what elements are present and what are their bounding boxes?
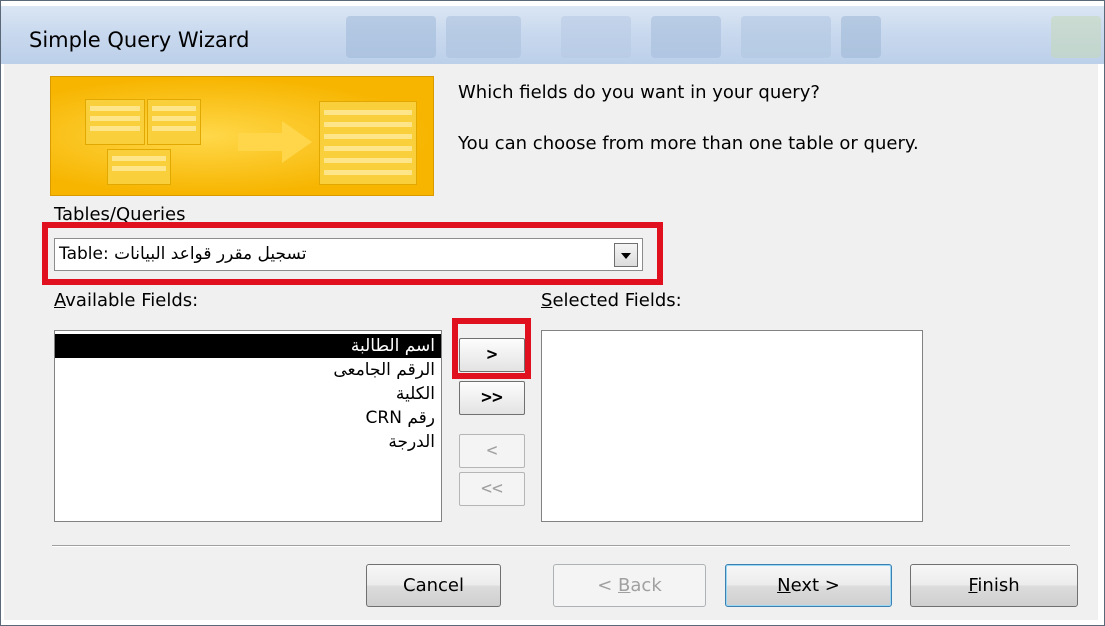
finish-button[interactable]: Finish bbox=[910, 564, 1078, 607]
available-fields-label: Available Fields: bbox=[54, 290, 199, 311]
title-bar-decoration bbox=[446, 16, 521, 58]
available-fields-list[interactable]: اسم الطالبة الرقم الجامعى الكلية رقم CRN الد… bbox=[54, 330, 442, 522]
intro-hint: You can choose from more than one table … bbox=[458, 133, 919, 154]
title-bar[interactable]: Simple Query Wizard bbox=[1, 6, 1104, 64]
arrow-graphic bbox=[238, 133, 284, 151]
intro-question: Which fields do you want in your query? bbox=[458, 82, 820, 103]
title-bar-decoration bbox=[561, 16, 631, 58]
tables-queries-dropdown[interactable]: Table: تسجيل مقرر قواعد البيانات bbox=[54, 238, 643, 271]
cancel-button[interactable]: Cancel bbox=[366, 564, 501, 607]
result-table-graphic bbox=[319, 101, 417, 185]
selected-fields-list[interactable] bbox=[541, 330, 923, 522]
arrow-graphic bbox=[282, 121, 312, 163]
back-button[interactable]: < Back bbox=[553, 564, 706, 607]
tables-queries-label: Tables/Queries bbox=[54, 204, 186, 225]
table-graphic bbox=[147, 99, 201, 145]
add-field-button[interactable]: > bbox=[459, 338, 525, 372]
title-bar-decoration bbox=[346, 16, 436, 58]
window-title: Simple Query Wizard bbox=[29, 28, 250, 52]
footer-divider bbox=[52, 545, 1070, 547]
tables-queries-value: Table: تسجيل مقرر قواعد البيانات bbox=[59, 244, 307, 264]
selected-fields-label: Selected Fields: bbox=[541, 290, 682, 311]
available-field-item[interactable]: الرقم الجامعى bbox=[55, 358, 441, 382]
add-all-fields-button[interactable]: >> bbox=[459, 381, 525, 415]
title-bar-decoration bbox=[1051, 16, 1101, 58]
available-field-item[interactable]: رقم CRN bbox=[55, 406, 441, 430]
available-field-item[interactable]: اسم الطالبة bbox=[55, 334, 441, 358]
available-field-item[interactable]: الدرجة bbox=[55, 430, 441, 454]
table-graphic bbox=[85, 99, 145, 145]
available-field-item[interactable]: الكلية bbox=[55, 382, 441, 406]
remove-field-button[interactable]: < bbox=[459, 434, 525, 468]
next-button[interactable]: Next > bbox=[725, 564, 892, 607]
title-bar-decoration bbox=[841, 16, 881, 58]
table-graphic bbox=[107, 149, 171, 185]
remove-all-fields-button[interactable]: << bbox=[459, 472, 525, 506]
dropdown-arrow-button[interactable] bbox=[614, 243, 638, 267]
title-bar-decoration bbox=[651, 16, 721, 58]
chevron-down-icon bbox=[621, 253, 631, 259]
wizard-banner-image bbox=[50, 76, 434, 196]
title-bar-decoration bbox=[741, 16, 831, 58]
